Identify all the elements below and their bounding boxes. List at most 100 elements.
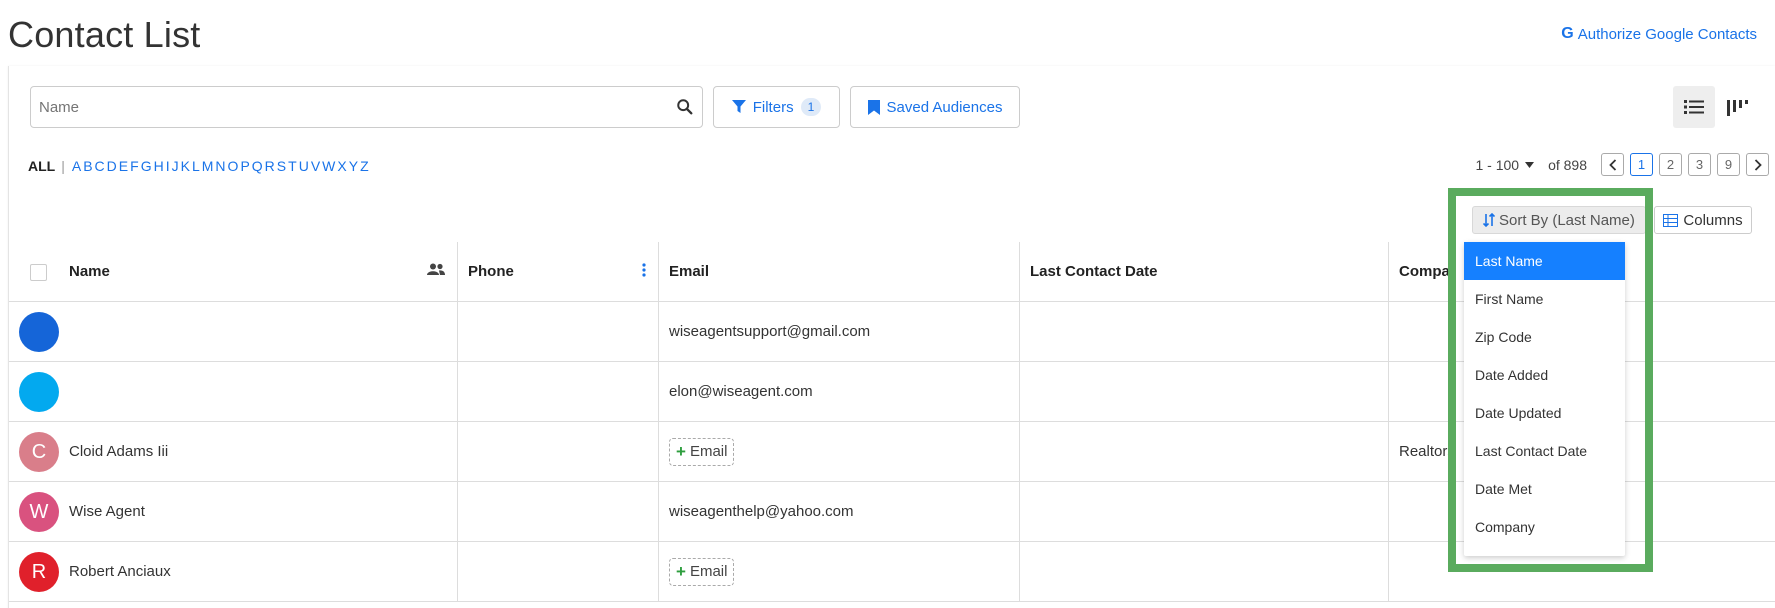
search-box[interactable] bbox=[30, 86, 703, 128]
alphabet-letter-a[interactable]: A bbox=[71, 158, 82, 174]
header-email-label: Email bbox=[669, 263, 710, 280]
alphabet-letter-v[interactable]: V bbox=[310, 158, 321, 174]
authorize-google-contacts-link[interactable]: G Authorize Google Contacts bbox=[1561, 25, 1757, 43]
users-icon[interactable] bbox=[427, 263, 445, 276]
email-cell: elon@wiseagent.com bbox=[659, 362, 1020, 421]
search-icon[interactable] bbox=[676, 98, 694, 116]
page-button-1[interactable]: 1 bbox=[1630, 153, 1653, 176]
kanban-view-icon bbox=[1727, 100, 1748, 116]
chevron-right-icon bbox=[1754, 158, 1762, 171]
name-cell: Cloid Adams Iii bbox=[9, 422, 458, 481]
page-button-3[interactable]: 3 bbox=[1688, 153, 1711, 176]
name-cell bbox=[9, 302, 458, 361]
sort-option-date-updated[interactable]: Date Updated bbox=[1464, 394, 1625, 432]
alphabet-letter-g[interactable]: G bbox=[140, 158, 153, 174]
alphabet-letter-l[interactable]: L bbox=[191, 158, 201, 174]
next-page-button[interactable] bbox=[1746, 153, 1769, 176]
header-last-contact[interactable]: Last Contact Date bbox=[1020, 242, 1389, 301]
header-name[interactable]: Name bbox=[9, 242, 458, 301]
last-contact-cell bbox=[1020, 302, 1389, 361]
sort-option-last-name[interactable]: Last Name bbox=[1464, 242, 1625, 280]
alphabet-letter-z[interactable]: Z bbox=[359, 158, 370, 174]
alphabet-letter-t[interactable]: T bbox=[287, 158, 298, 174]
sort-option-zip-code[interactable]: Zip Code bbox=[1464, 318, 1625, 356]
page-button-2[interactable]: 2 bbox=[1659, 153, 1682, 176]
total-count: of 898 bbox=[1548, 156, 1587, 173]
alphabet-letter-d[interactable]: D bbox=[106, 158, 118, 174]
contact-name[interactable]: Cloid Adams Iii bbox=[69, 443, 168, 460]
last-contact-cell bbox=[1020, 482, 1389, 541]
sort-option-last-contact-date[interactable]: Last Contact Date bbox=[1464, 432, 1625, 470]
alphabet-letter-n[interactable]: N bbox=[214, 158, 226, 174]
sort-option-first-name[interactable]: First Name bbox=[1464, 280, 1625, 318]
email-value[interactable]: elon@wiseagent.com bbox=[669, 383, 813, 400]
last-contact-cell bbox=[1020, 362, 1389, 421]
sort-by-button[interactable]: Sort By (Last Name) bbox=[1472, 206, 1646, 234]
more-vertical-icon[interactable] bbox=[642, 263, 646, 277]
sort-option-date-met[interactable]: Date Met bbox=[1464, 470, 1625, 508]
alphabet-letter-k[interactable]: K bbox=[180, 158, 191, 174]
add-email-button[interactable]: + Email bbox=[669, 437, 735, 466]
alphabet-letter-w[interactable]: W bbox=[321, 158, 336, 174]
alphabet-letter-b[interactable]: B bbox=[82, 158, 93, 174]
search-input[interactable] bbox=[39, 98, 676, 116]
alphabet-letter-u[interactable]: U bbox=[298, 158, 310, 174]
columns-button[interactable]: Columns bbox=[1654, 206, 1752, 234]
email-value[interactable]: wiseagenthelp@yahoo.com bbox=[669, 503, 854, 520]
sort-by-label: Sort By (Last Name) bbox=[1499, 211, 1635, 229]
alphabet-letter-p[interactable]: P bbox=[239, 158, 250, 174]
phone-cell bbox=[458, 422, 659, 481]
filters-count-badge: 1 bbox=[800, 98, 822, 116]
filters-label: Filters bbox=[752, 98, 794, 116]
alphabet-letter-i[interactable]: I bbox=[165, 158, 171, 174]
alphabet-letter-c[interactable]: C bbox=[94, 158, 106, 174]
alphabet-filter: ALL | ABCDEFGHIJKLMNOPQRSTUVWXYZ bbox=[28, 158, 370, 174]
header-company-label: Compa bbox=[1399, 263, 1450, 280]
email-value[interactable]: wiseagentsupport@gmail.com bbox=[669, 323, 870, 340]
columns-label: Columns bbox=[1683, 211, 1743, 229]
alphabet-letter-r[interactable]: R bbox=[264, 158, 276, 174]
alphabet-letter-x[interactable]: X bbox=[336, 158, 347, 174]
header-last-contact-label: Last Contact Date bbox=[1030, 263, 1158, 280]
filters-button[interactable]: Filters 1 bbox=[713, 86, 840, 128]
plus-icon: + bbox=[676, 561, 686, 581]
page-range-select[interactable]: 1 - 100 bbox=[1475, 157, 1535, 173]
last-contact-cell bbox=[1020, 422, 1389, 481]
bookmark-icon bbox=[867, 99, 880, 115]
header-email[interactable]: Email bbox=[659, 242, 1020, 301]
filter-icon bbox=[731, 100, 746, 113]
contact-name[interactable]: Robert Anciaux bbox=[69, 563, 171, 580]
sort-option-company[interactable]: Company bbox=[1464, 508, 1625, 546]
phone-cell bbox=[458, 542, 659, 601]
add-email-label: Email bbox=[689, 563, 728, 580]
kanban-view-toggle[interactable] bbox=[1717, 86, 1759, 128]
email-cell: + Email bbox=[659, 542, 1020, 601]
alphabet-letter-s[interactable]: S bbox=[276, 158, 287, 174]
alphabet-letter-m[interactable]: M bbox=[201, 158, 215, 174]
prev-page-button[interactable] bbox=[1601, 153, 1624, 176]
list-view-toggle[interactable] bbox=[1673, 86, 1715, 128]
name-cell: Wise Agent bbox=[9, 482, 458, 541]
authorize-google-label: Authorize Google Contacts bbox=[1577, 25, 1757, 43]
contact-name[interactable]: Wise Agent bbox=[69, 503, 145, 520]
alphabet-letter-e[interactable]: E bbox=[118, 158, 129, 174]
sort-option-date-added[interactable]: Date Added bbox=[1464, 356, 1625, 394]
alphabet-letter-f[interactable]: F bbox=[129, 158, 140, 174]
email-cell: wiseagenthelp@yahoo.com bbox=[659, 482, 1020, 541]
phone-cell bbox=[458, 362, 659, 421]
alphabet-letter-q[interactable]: Q bbox=[251, 158, 264, 174]
saved-audiences-button[interactable]: Saved Audiences bbox=[850, 86, 1020, 128]
name-cell: Robert Anciaux bbox=[9, 542, 458, 601]
sort-icon bbox=[1483, 213, 1495, 227]
alphabet-all[interactable]: ALL bbox=[28, 158, 55, 174]
add-email-button[interactable]: + Email bbox=[669, 557, 735, 586]
alphabet-letter-j[interactable]: J bbox=[171, 158, 180, 174]
alphabet-letter-h[interactable]: H bbox=[153, 158, 165, 174]
phone-cell bbox=[458, 482, 659, 541]
header-phone[interactable]: Phone bbox=[458, 242, 659, 301]
caret-down-icon bbox=[1525, 161, 1535, 168]
alphabet-letter-y[interactable]: Y bbox=[348, 158, 359, 174]
page-button-9[interactable]: 9 bbox=[1717, 153, 1740, 176]
name-cell bbox=[9, 362, 458, 421]
alphabet-letter-o[interactable]: O bbox=[227, 158, 240, 174]
